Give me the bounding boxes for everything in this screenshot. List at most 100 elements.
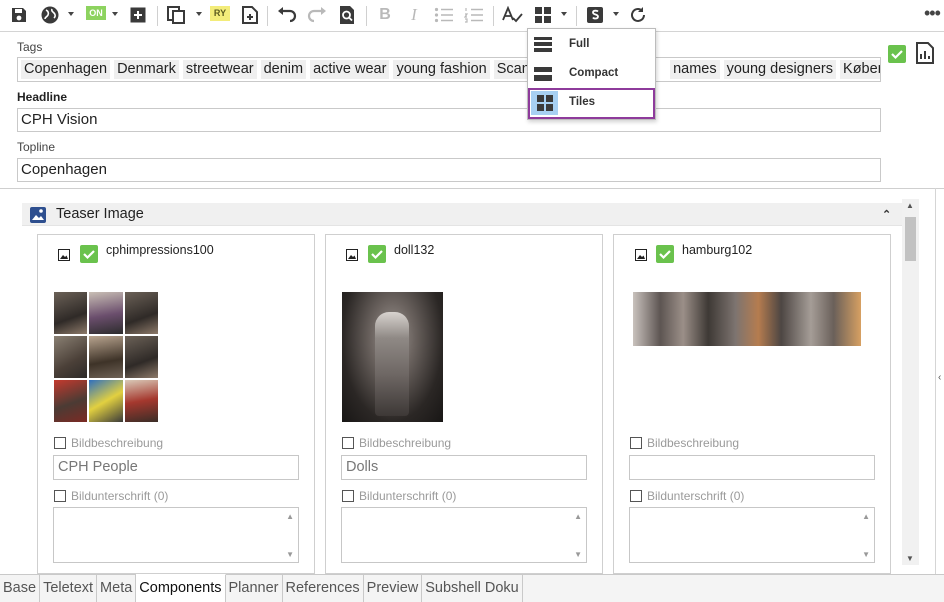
scroll-up-icon[interactable]: ▲ [906, 201, 914, 210]
scroll-down-icon[interactable]: ▼ [862, 550, 870, 559]
view-layout-dropdown-caret[interactable] [561, 12, 567, 16]
image-icon [635, 248, 647, 266]
menu-item-label: Tiles [569, 96, 595, 108]
toolbar: ON RY B I ••• [0, 0, 944, 32]
tag-chip[interactable]: young fashion [393, 60, 490, 79]
scroll-up-icon[interactable]: ▲ [286, 512, 294, 521]
tab-planner[interactable]: Planner [225, 575, 283, 602]
menu-item-label: Compact [569, 67, 619, 79]
more-options-icon[interactable]: ••• [924, 4, 941, 22]
description-input[interactable] [629, 455, 875, 480]
scroll-up-icon[interactable]: ▲ [574, 512, 582, 521]
image-name: hamburg102 [682, 243, 753, 257]
tag-chip[interactable]: active wear [310, 60, 390, 79]
tags-field[interactable]: Copenhagen Denmark streetwear denim active w… [17, 57, 881, 82]
checkbox[interactable] [342, 490, 354, 502]
tags-label: Tags [17, 40, 43, 54]
image-thumbnail[interactable] [342, 292, 443, 422]
on-status-badge[interactable]: ON [86, 6, 106, 20]
find-icon[interactable] [336, 4, 358, 26]
scrollbar-thumb[interactable] [905, 217, 916, 261]
tab-references[interactable]: References [282, 575, 364, 602]
description-label: Bildbeschreibung [71, 436, 164, 450]
checkbox[interactable] [54, 490, 66, 502]
description-input[interactable]: Dolls [341, 455, 587, 480]
scroll-up-icon[interactable]: ▲ [862, 512, 870, 521]
redo-icon[interactable] [305, 4, 329, 26]
caption-textarea[interactable]: ▲ ▼ [341, 507, 587, 563]
caption-label: Bildunterschrift (0) [71, 489, 169, 503]
headline-input[interactable]: CPH Vision [17, 108, 881, 132]
caption-textarea[interactable]: ▲ ▼ [629, 507, 875, 563]
tab-subshell-doku[interactable]: Subshell Doku [422, 575, 523, 602]
tag-chip[interactable]: Copenhagen [21, 60, 111, 79]
image-icon [346, 248, 358, 266]
s-badge-icon[interactable] [585, 4, 605, 26]
spellcheck-icon[interactable] [500, 4, 524, 26]
scroll-down-icon[interactable]: ▼ [286, 550, 294, 559]
status-dropdown-caret[interactable] [112, 12, 118, 16]
tag-chip[interactable]: names [670, 60, 720, 79]
checkbox[interactable] [342, 437, 354, 449]
topline-input[interactable]: Copenhagen [17, 158, 881, 182]
checkbox[interactable] [630, 490, 642, 502]
description-label: Bildbeschreibung [359, 436, 452, 450]
tab-components[interactable]: Components [136, 574, 226, 602]
tab-base[interactable]: Base [0, 575, 41, 602]
tag-chip[interactable]: Denmark [114, 60, 179, 79]
checkbox[interactable] [630, 437, 642, 449]
copy-dropdown-caret[interactable] [196, 12, 202, 16]
pdf-document-icon[interactable] [915, 42, 935, 69]
toolbar-separator [493, 6, 494, 26]
teaser-panel-header[interactable] [22, 203, 902, 226]
tag-chip[interactable]: streetwear [182, 60, 257, 79]
scroll-down-icon[interactable]: ▼ [906, 554, 914, 563]
menu-item-tiles[interactable]: Tiles [528, 88, 655, 119]
teaser-panel-title: Teaser Image [56, 206, 144, 222]
add-box-icon[interactable] [127, 4, 149, 26]
tiles-view-icon [531, 91, 558, 115]
s-badge-dropdown-caret[interactable] [613, 12, 619, 16]
pane-divider[interactable] [935, 188, 936, 576]
bold-icon[interactable]: B [375, 4, 395, 26]
view-mode-menu: Full Compact Tiles [527, 28, 656, 120]
undo-icon[interactable] [275, 4, 299, 26]
image-thumbnail[interactable] [54, 292, 158, 422]
collapse-icon[interactable]: ⌃ [882, 208, 891, 221]
menu-item-full[interactable]: Full [528, 30, 655, 59]
tab-preview[interactable]: Preview [363, 575, 423, 602]
expand-panel-icon[interactable]: ‹ [938, 372, 941, 383]
menu-item-compact[interactable]: Compact [528, 59, 655, 88]
bullet-list-icon[interactable] [432, 4, 456, 26]
globe-icon[interactable] [38, 4, 62, 26]
vertical-scrollbar[interactable]: ▲ ▼ [902, 199, 919, 565]
toolbar-separator [366, 6, 367, 26]
tag-chip[interactable]: young designers [723, 60, 837, 79]
full-view-icon [533, 35, 553, 55]
italic-icon[interactable]: I [404, 4, 424, 26]
check-icon[interactable] [888, 45, 906, 63]
toolbar-separator [157, 6, 158, 26]
caption-textarea[interactable]: ▲ ▼ [53, 507, 299, 563]
ry-status-badge[interactable]: RY [210, 6, 230, 21]
image-thumbnail[interactable] [633, 292, 861, 346]
tag-chip[interactable]: Københav [840, 60, 880, 79]
tab-meta[interactable]: Meta [97, 575, 137, 602]
save-icon[interactable] [8, 4, 30, 26]
globe-dropdown-caret[interactable] [68, 12, 74, 16]
check-icon[interactable] [80, 245, 98, 263]
image-name: cphimpressions100 [106, 243, 214, 257]
copy-icon[interactable] [164, 4, 188, 26]
scroll-down-icon[interactable]: ▼ [574, 550, 582, 559]
refresh-icon[interactable] [627, 4, 649, 26]
section-divider [0, 188, 944, 189]
add-page-icon[interactable] [239, 4, 261, 26]
checkbox[interactable] [54, 437, 66, 449]
tag-chip[interactable]: denim [260, 60, 307, 79]
numbered-list-icon[interactable] [462, 4, 486, 26]
tab-teletext[interactable]: Teletext [40, 575, 98, 602]
check-icon[interactable] [656, 245, 674, 263]
view-layout-icon[interactable] [532, 4, 554, 26]
description-input[interactable]: CPH People [53, 455, 299, 480]
check-icon[interactable] [368, 245, 386, 263]
